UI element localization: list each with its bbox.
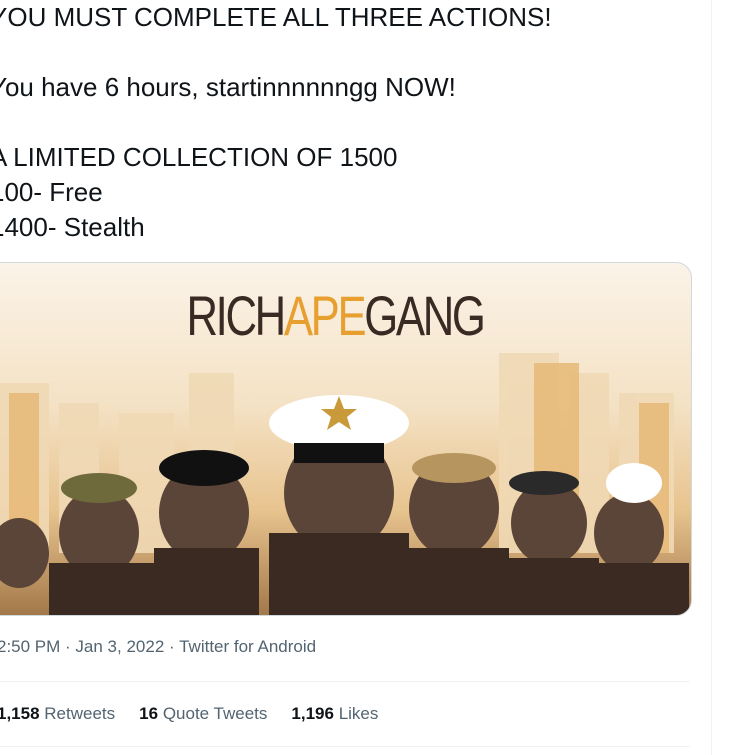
column-border — [711, 0, 712, 755]
tweet-line: A LIMITED COLLECTION OF 1500 — [0, 142, 398, 172]
tweet-line: You have 6 hours, startinnnnnngg NOW! — [0, 72, 456, 102]
likes-stat[interactable]: 1,196 Likes — [291, 704, 378, 724]
tweet-time[interactable]: 2:50 PM — [0, 637, 60, 656]
divider — [0, 746, 690, 747]
tweet-media-image[interactable]: RICHAPEGANG — [0, 262, 692, 616]
tweet-date[interactable]: Jan 3, 2022 — [75, 637, 164, 656]
tweet-source[interactable]: Twitter for Android — [179, 637, 316, 656]
tweet-line: 100- Free — [0, 177, 103, 207]
divider — [0, 681, 690, 682]
tweet-text: YOU MUST COMPLETE ALL THREE ACTIONS! You… — [0, 0, 690, 245]
retweets-stat[interactable]: 1,158 Retweets — [0, 704, 115, 724]
tweet-stats: 1,158 Retweets 16 Quote Tweets 1,196 Lik… — [0, 704, 378, 724]
quote-tweets-stat[interactable]: 16 Quote Tweets — [139, 704, 267, 724]
tweet-line — [0, 35, 690, 70]
rich-ape-gang-logo: RICHAPEGANG — [186, 284, 485, 347]
tweet-meta: 2:50 PM · Jan 3, 2022 · Twitter for Andr… — [0, 637, 316, 657]
tweet-line: 1400- Stealth — [0, 212, 145, 242]
tweet-line: YOU MUST COMPLETE ALL THREE ACTIONS! — [0, 2, 552, 32]
tweet-line — [0, 105, 690, 140]
